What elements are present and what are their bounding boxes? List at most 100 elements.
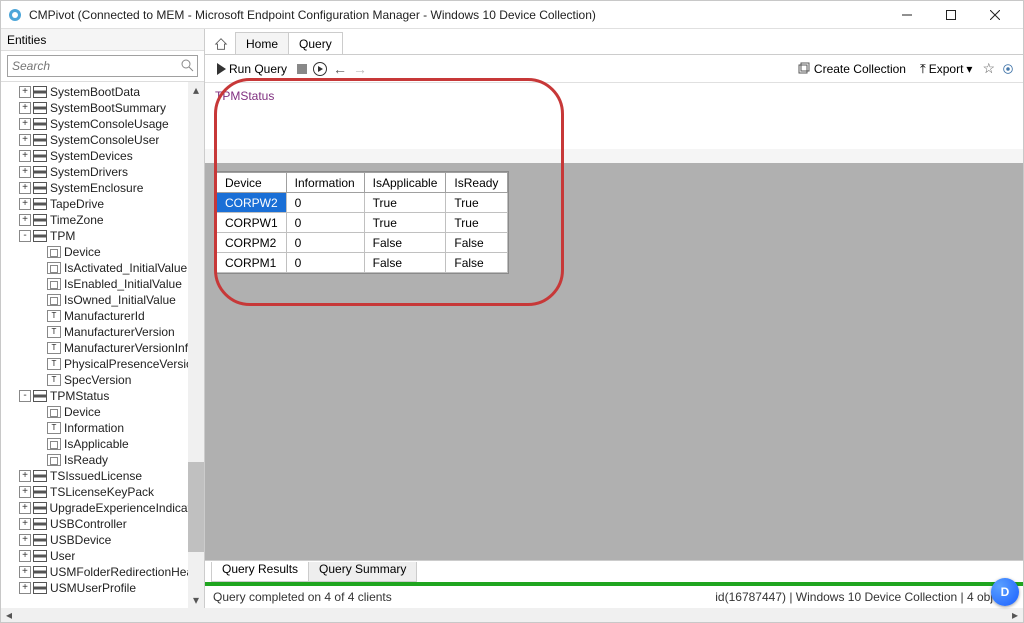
tree-item[interactable]: TManufacturerVersionInfo [3, 340, 204, 356]
grid-cell[interactable]: True [446, 193, 508, 213]
grid-cell[interactable]: False [446, 233, 508, 253]
maximize-button[interactable] [929, 3, 973, 27]
hscroll-right-icon[interactable]: ▸ [1007, 608, 1023, 622]
run-again-icon[interactable] [313, 62, 327, 76]
tree-item[interactable]: +USMFolderRedirectionHealth [3, 564, 204, 580]
tree-item[interactable]: +SystemDrivers [3, 164, 204, 180]
tree-item[interactable]: +TSLicenseKeyPack [3, 484, 204, 500]
search-input[interactable] [7, 55, 198, 77]
tree-item[interactable]: +TimeZone [3, 212, 204, 228]
entities-tree[interactable]: +SystemBootData+SystemBootSummary+System… [1, 82, 204, 608]
tree-item[interactable]: TManufacturerId [3, 308, 204, 324]
scroll-thumb[interactable] [188, 462, 204, 552]
tree-item[interactable]: +SystemBootSummary [3, 100, 204, 116]
grid-cell[interactable]: 0 [286, 213, 364, 233]
table-row[interactable]: CORPM20FalseFalse [217, 233, 508, 253]
editor-h-scrollbar[interactable] [205, 149, 1023, 163]
tree-item[interactable]: IsOwned_InitialValue [3, 292, 204, 308]
minimize-button[interactable] [885, 3, 929, 27]
grid-cell[interactable]: False [364, 233, 446, 253]
run-query-button[interactable]: Run Query [213, 60, 291, 78]
tree-item[interactable]: +SystemBootData [3, 84, 204, 100]
grid-cell[interactable]: 0 [286, 193, 364, 213]
grid-header[interactable]: IsReady [446, 173, 508, 193]
tree-item[interactable]: TManufacturerVersion [3, 324, 204, 340]
query-editor[interactable]: TPMStatus [205, 83, 1023, 163]
tree-item[interactable]: +UpgradeExperienceIndicators [3, 500, 204, 516]
grid-cell[interactable]: 0 [286, 253, 364, 273]
expander-icon[interactable]: - [19, 390, 31, 402]
tree-item[interactable]: IsApplicable [3, 436, 204, 452]
tree-item[interactable]: Device [3, 404, 204, 420]
close-button[interactable] [973, 3, 1017, 27]
tab-query-results[interactable]: Query Results [211, 562, 309, 582]
tree-item[interactable]: +SystemEnclosure [3, 180, 204, 196]
expander-icon[interactable]: + [19, 134, 31, 146]
scroll-up-icon[interactable]: ▴ [188, 82, 204, 98]
expander-icon[interactable]: + [19, 534, 31, 546]
hscroll-left-icon[interactable]: ◂ [1, 608, 17, 622]
tab-query[interactable]: Query [288, 32, 343, 54]
grid-cell[interactable]: CORPW2 [217, 193, 287, 213]
expander-icon[interactable]: + [19, 102, 31, 114]
tree-item[interactable]: +TSIssuedLicense [3, 468, 204, 484]
tree-item[interactable]: +SystemConsoleUsage [3, 116, 204, 132]
tree-item[interactable]: TSpecVersion [3, 372, 204, 388]
tree-item[interactable]: IsReady [3, 452, 204, 468]
tab-home[interactable]: Home [235, 32, 289, 54]
export-button[interactable]: ⤒ Export ▾ [916, 59, 976, 79]
table-row[interactable]: CORPW10TrueTrue [217, 213, 508, 233]
grid-cell[interactable]: True [446, 213, 508, 233]
tree-item[interactable]: +USBDevice [3, 532, 204, 548]
tree-item[interactable]: +User [3, 548, 204, 564]
home-icon[interactable] [211, 34, 231, 54]
tree-item[interactable]: +USBController [3, 516, 204, 532]
expander-icon[interactable]: + [19, 166, 31, 178]
tab-query-summary[interactable]: Query Summary [308, 562, 417, 582]
expander-icon[interactable]: + [19, 198, 31, 210]
expander-icon[interactable]: + [19, 566, 31, 578]
tree-item[interactable]: IsActivated_InitialValue [3, 260, 204, 276]
window-h-scrollbar[interactable]: ◂ ▸ [1, 608, 1023, 622]
back-icon[interactable]: ← [333, 61, 347, 77]
create-collection-button[interactable]: Create Collection [793, 60, 910, 78]
expander-icon[interactable]: + [19, 486, 31, 498]
tree-item[interactable]: IsEnabled_InitialValue [3, 276, 204, 292]
grid-cell[interactable]: True [364, 193, 446, 213]
tree-item[interactable]: TInformation [3, 420, 204, 436]
tree-item[interactable]: +SystemConsoleUser [3, 132, 204, 148]
expander-icon[interactable]: + [19, 518, 31, 530]
expander-icon[interactable]: + [19, 182, 31, 194]
grid-cell[interactable]: 0 [286, 233, 364, 253]
scroll-down-icon[interactable]: ▾ [188, 592, 204, 608]
grid-header[interactable]: IsApplicable [364, 173, 446, 193]
expander-icon[interactable]: - [19, 230, 31, 242]
forward-icon[interactable]: → [353, 61, 367, 77]
tree-item[interactable]: TPhysicalPresenceVersion [3, 356, 204, 372]
expander-icon[interactable]: + [19, 118, 31, 130]
tree-item[interactable]: +USMUserProfile [3, 580, 204, 596]
expander-icon[interactable]: + [19, 150, 31, 162]
expander-icon[interactable]: + [19, 470, 31, 482]
tree-item[interactable]: +TapeDrive [3, 196, 204, 212]
grid-cell[interactable]: CORPM1 [217, 253, 287, 273]
favorite-icon[interactable]: ☆ [982, 60, 995, 77]
results-grid[interactable]: DeviceInformationIsApplicableIsReady CORP… [215, 171, 509, 274]
grid-header[interactable]: Information [286, 173, 364, 193]
grid-cell[interactable]: CORPW1 [217, 213, 287, 233]
tree-item[interactable]: -TPMStatus [3, 388, 204, 404]
expander-icon[interactable]: + [19, 502, 31, 514]
expander-icon[interactable]: + [19, 214, 31, 226]
tree-item[interactable]: +SystemDevices [3, 148, 204, 164]
grid-cell[interactable]: CORPM2 [217, 233, 287, 253]
stop-icon[interactable] [297, 64, 307, 74]
gear-icon[interactable] [1001, 62, 1015, 76]
tree-item[interactable]: Device [3, 244, 204, 260]
grid-cell[interactable]: True [364, 213, 446, 233]
tree-item[interactable]: -TPM [3, 228, 204, 244]
grid-header[interactable]: Device [217, 173, 287, 193]
expander-icon[interactable]: + [19, 582, 31, 594]
expander-icon[interactable]: + [19, 86, 31, 98]
grid-cell[interactable]: False [364, 253, 446, 273]
table-row[interactable]: CORPM10FalseFalse [217, 253, 508, 273]
